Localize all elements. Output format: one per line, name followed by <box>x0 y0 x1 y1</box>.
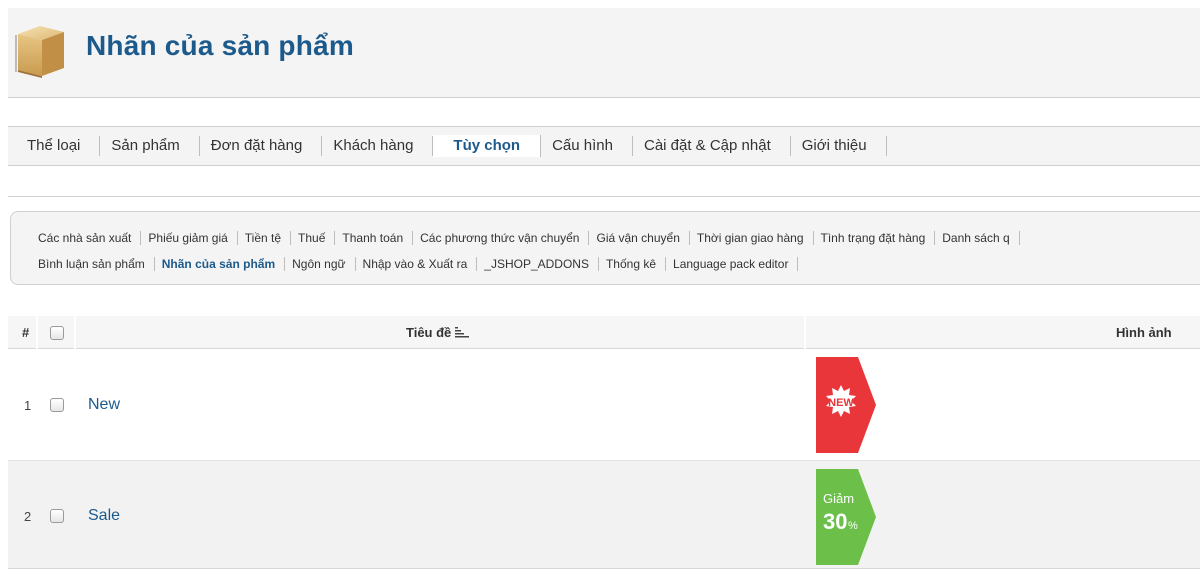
header-number: # <box>22 325 30 340</box>
submenu-item-language-pack-editor[interactable]: Language pack editor <box>666 257 799 271</box>
menu-item-customers[interactable]: Khách hàng <box>322 136 434 156</box>
header-image: Hình ảnh <box>1116 325 1172 340</box>
submenu-item-shipping-methods[interactable]: Các phương thức vận chuyển <box>413 231 590 245</box>
row-title-link[interactable]: New <box>88 396 120 414</box>
submenu-item-import-export[interactable]: Nhập vào & Xuất ra <box>356 257 478 271</box>
sort-icon <box>454 327 469 338</box>
row-checkbox[interactable] <box>50 398 64 412</box>
new-label-image: NEW <box>816 357 876 453</box>
submenu-item-coupons[interactable]: Phiếu giảm giá <box>141 231 238 245</box>
submenu-item-addons[interactable]: _JSHOP_ADDONS <box>477 257 599 271</box>
divider <box>8 196 1200 197</box>
sub-menu: Các nhà sản xuất Phiếu giảm giá Tiền tệ … <box>10 211 1200 285</box>
header-title-label: Tiêu đề <box>406 325 452 340</box>
page-header: Nhãn của sản phẩm <box>8 8 1200 98</box>
sale-label-percent: % <box>848 520 858 532</box>
menu-item-products[interactable]: Sản phẩm <box>100 136 200 156</box>
menu-item-orders[interactable]: Đơn đặt hàng <box>200 136 323 156</box>
labels-table: # Tiêu đề Hình ảnh 1 New NEW 2 Sale Giảm… <box>8 316 1200 578</box>
submenu-item-payments[interactable]: Thanh toán <box>335 231 414 245</box>
submenu-item-lists[interactable]: Danh sách q <box>935 231 1020 245</box>
sub-menu-row: Các nhà sản xuất Phiếu giảm giá Tiền tệ … <box>31 229 1200 247</box>
menu-item-options[interactable]: Tùy chọn <box>433 135 542 157</box>
row-number: 1 <box>24 398 32 413</box>
row-number: 2 <box>24 509 32 524</box>
submenu-item-order-status[interactable]: Tình trạng đặt hàng <box>814 231 936 245</box>
submenu-item-languages[interactable]: Ngôn ngữ <box>285 257 356 271</box>
sale-label-image: Giảm 30 % <box>816 469 876 565</box>
submenu-item-manufacturers[interactable]: Các nhà sản xuất <box>31 231 142 245</box>
submenu-item-product-reviews[interactable]: Bình luận sản phẩm <box>31 257 155 271</box>
table-row[interactable]: 2 Sale Giảm 30 % <box>8 461 1200 569</box>
submenu-item-taxes[interactable]: Thuế <box>291 231 336 245</box>
new-label-text: NEW <box>828 397 854 409</box>
submenu-item-statistics[interactable]: Thống kê <box>599 257 667 271</box>
submenu-item-currencies[interactable]: Tiền tệ <box>238 231 292 245</box>
menu-item-configuration[interactable]: Cấu hình <box>541 136 633 156</box>
sub-menu-row: Bình luận sản phẩm Nhãn của sản phẩm Ngô… <box>31 255 1200 273</box>
menu-item-about[interactable]: Giới thiệu <box>791 136 887 156</box>
submenu-item-delivery-times[interactable]: Thời gian giao hàng <box>690 231 814 245</box>
row-title-link[interactable]: Sale <box>88 507 120 525</box>
submenu-item-shipping-prices[interactable]: Giá vận chuyển <box>589 231 690 245</box>
header-title[interactable]: Tiêu đề <box>406 316 471 349</box>
row-checkbox[interactable] <box>50 509 64 523</box>
box-icon <box>15 26 64 78</box>
select-all-checkbox[interactable] <box>50 326 64 340</box>
menu-item-install-update[interactable]: Cài đặt & Cập nhật <box>633 136 791 156</box>
table-header: # Tiêu đề Hình ảnh <box>8 316 1200 349</box>
menu-item-categories[interactable]: Thể loại <box>16 136 101 156</box>
sale-label-line1: Giảm <box>823 491 854 506</box>
main-menu: Thể loại Sản phẩm Đơn đặt hàng Khách hàn… <box>8 126 1200 166</box>
page-title: Nhãn của sản phẩm <box>86 30 354 61</box>
sale-label-number: 30 <box>823 509 847 534</box>
submenu-item-product-labels[interactable]: Nhãn của sản phẩm <box>155 257 286 271</box>
table-row[interactable]: 1 New NEW <box>8 350 1200 461</box>
